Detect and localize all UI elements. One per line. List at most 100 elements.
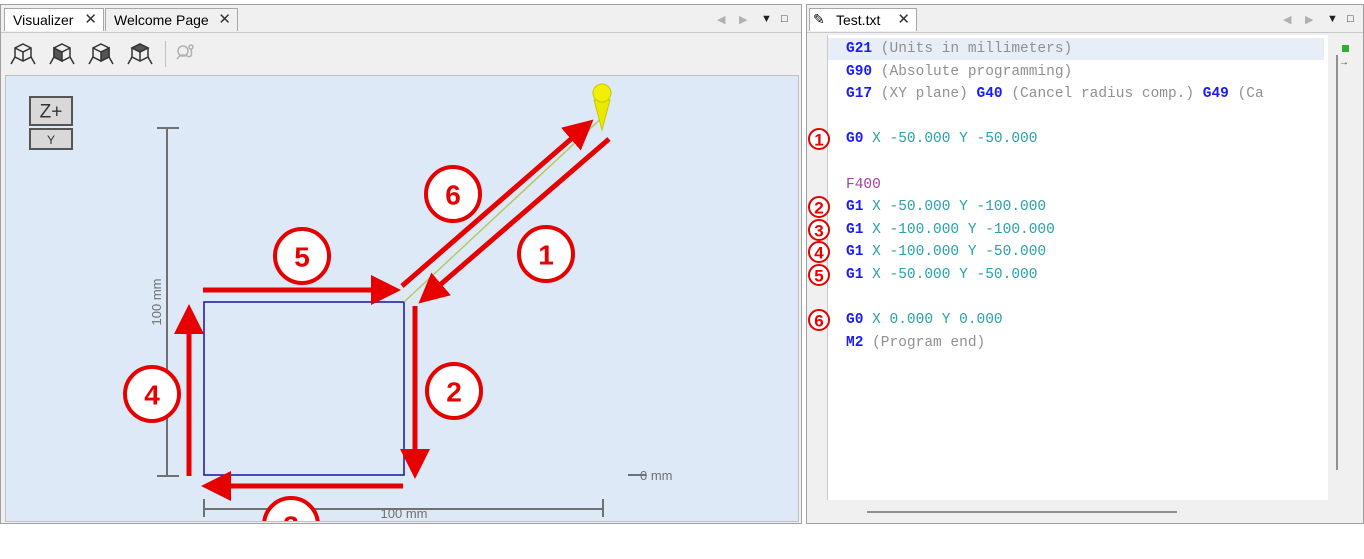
step-badge-6: 6 — [424, 165, 482, 223]
code-token: G0 — [846, 312, 864, 329]
visualizer-canvas[interactable]: Z+ Y 100 mm 100 mm 0 mm 1 2 4 5 6 — [5, 75, 799, 522]
code-token: X -100.000 Y -50.000 — [863, 244, 1047, 261]
visualizer-pane: Visualizer ✕ Welcome Page ✕ ◀ ▶ ▼ □ Z+ Y… — [0, 4, 802, 524]
back-icon[interactable]: ◀ — [1283, 13, 1291, 26]
code-line[interactable]: F400 — [846, 174, 881, 196]
view-menu-icon[interactable]: ▼ — [1327, 13, 1338, 25]
code-token: G0 — [846, 131, 864, 148]
horizontal-scrollbar[interactable] — [867, 511, 1177, 513]
line-marker-2: 2 — [808, 196, 830, 219]
step-badge-1: 1 — [517, 225, 575, 283]
code-token: X 0.000 Y 0.000 — [863, 312, 1003, 329]
svg-text:4: 4 — [814, 244, 824, 263]
svg-text:4: 4 — [144, 380, 160, 411]
close-icon[interactable]: ✕ — [84, 10, 97, 28]
code-token: G49 — [1202, 86, 1229, 103]
code-token: G1 — [846, 199, 864, 216]
visualizer-toolbar — [1, 33, 801, 75]
svg-text:3: 3 — [814, 221, 823, 240]
view-top-icon[interactable] — [126, 39, 154, 67]
code-token: G40 — [976, 86, 1003, 103]
view-front-icon[interactable] — [48, 39, 76, 67]
step-badge-5: 5 — [273, 227, 331, 285]
step-badge-2: 2 — [425, 362, 483, 420]
code-token: X -50.000 Y -50.000 — [863, 267, 1038, 283]
code-line[interactable]: M2 (Program end) — [846, 332, 985, 354]
line-marker-1: 1 — [808, 128, 830, 151]
scale-label: 0 mm — [640, 468, 673, 483]
svg-text:2: 2 — [814, 199, 823, 218]
code-line[interactable]: G0 X 0.000 Y 0.000 — [846, 309, 1003, 331]
clean-plot-icon[interactable] — [171, 39, 199, 67]
tab-test-txt-label: Test.txt — [836, 12, 881, 28]
code-token: (Ca — [1228, 86, 1264, 103]
y-axis-label: Y — [47, 133, 55, 147]
code-editor[interactable]: G21 (Units in millimeters) G90 (Absolute … — [827, 35, 1328, 500]
editor-pane: ✎ Test.txt ✕ ◀ ▶ ▼ □ G21 (Units in milli… — [806, 4, 1364, 524]
view-side-icon[interactable] — [87, 39, 115, 67]
code-line[interactable]: G17 (XY plane) G40 (Cancel radius comp.)… — [846, 83, 1264, 105]
svg-text:1: 1 — [814, 131, 823, 150]
code-token: G1 — [846, 267, 864, 283]
forward-icon[interactable]: ▶ — [739, 13, 747, 26]
line-marker-3: 3 — [808, 218, 830, 241]
code-token: X -100.000 Y -100.000 — [863, 221, 1055, 238]
step-badge-4: 4 — [123, 365, 181, 423]
tab-test-txt[interactable]: ✎ Test.txt ✕ — [809, 8, 917, 31]
svg-text:5: 5 — [294, 242, 310, 273]
arrow-right-icon: → — [1339, 57, 1349, 68]
code-line[interactable]: G0 X -50.000 Y -50.000 — [846, 128, 1037, 150]
code-token: G90 — [846, 63, 873, 80]
code-token: G21 — [846, 41, 873, 57]
code-token: (Units in millimeters) — [872, 41, 1073, 57]
svg-text:5: 5 — [814, 267, 823, 286]
line-marker-5: 5 — [808, 264, 830, 286]
code-token: G1 — [846, 244, 864, 261]
code-line[interactable]: G21 (Units in millimeters) — [828, 38, 1324, 60]
maximize-icon[interactable]: □ — [781, 13, 788, 25]
left-tab-bar: Visualizer ✕ Welcome Page ✕ ◀ ▶ ▼ □ — [1, 5, 801, 33]
svg-text:6: 6 — [814, 312, 823, 331]
code-token: G1 — [846, 221, 864, 238]
tab-visualizer-label: Visualizer — [13, 12, 74, 28]
z-plus-button[interactable]: Z+ — [29, 96, 73, 126]
code-token: M2 — [846, 334, 864, 351]
back-icon[interactable]: ◀ — [717, 13, 725, 26]
tab-visualizer[interactable]: Visualizer ✕ — [4, 8, 104, 31]
status-indicator — [1342, 45, 1349, 52]
close-icon[interactable]: ✕ — [897, 10, 910, 28]
edit-file-icon: ✎ — [813, 11, 825, 27]
view-iso-icon[interactable] — [9, 39, 37, 67]
code-token: G17 — [846, 86, 873, 103]
code-token: X -50.000 Y -50.000 — [863, 131, 1038, 148]
toolpath-square — [203, 301, 405, 476]
code-line[interactable]: G1 X -50.000 Y -50.000 — [846, 264, 1037, 286]
code-token: (Program end) — [863, 334, 986, 351]
code-line[interactable]: G90 (Absolute programming) — [846, 61, 1072, 83]
y-dimension-label: 100 mm — [149, 279, 164, 326]
code-token: F400 — [846, 176, 881, 193]
y-axis-button[interactable]: Y — [29, 128, 73, 150]
svg-text:2: 2 — [446, 377, 462, 408]
tab-welcome-page[interactable]: Welcome Page ✕ — [105, 8, 238, 31]
maximize-icon[interactable]: □ — [1347, 13, 1354, 25]
code-line[interactable]: G1 X -100.000 Y -50.000 — [846, 241, 1046, 263]
close-icon[interactable]: ✕ — [218, 10, 231, 28]
svg-text:6: 6 — [445, 180, 461, 211]
code-token: (XY plane) — [872, 86, 977, 103]
right-tab-bar: ✎ Test.txt ✕ ◀ ▶ ▼ □ — [807, 5, 1363, 33]
code-line[interactable]: G1 X -50.000 Y -100.000 — [846, 196, 1046, 218]
code-line[interactable]: G1 X -100.000 Y -100.000 — [846, 219, 1055, 241]
code-token: (Absolute programming) — [872, 63, 1073, 80]
step-badge-3: 3 — [262, 496, 320, 522]
forward-icon[interactable]: ▶ — [1305, 13, 1313, 26]
vertical-scrollbar[interactable] — [1336, 55, 1338, 470]
svg-text:3: 3 — [283, 511, 299, 522]
line-marker-6: 6 — [808, 309, 830, 332]
code-token: X -50.000 Y -100.000 — [863, 199, 1047, 216]
tab-welcome-label: Welcome Page — [114, 12, 209, 28]
line-marker-4: 4 — [808, 241, 830, 264]
view-menu-icon[interactable]: ▼ — [761, 13, 772, 25]
svg-text:1: 1 — [538, 240, 554, 271]
z-plus-label: Z+ — [40, 102, 63, 123]
